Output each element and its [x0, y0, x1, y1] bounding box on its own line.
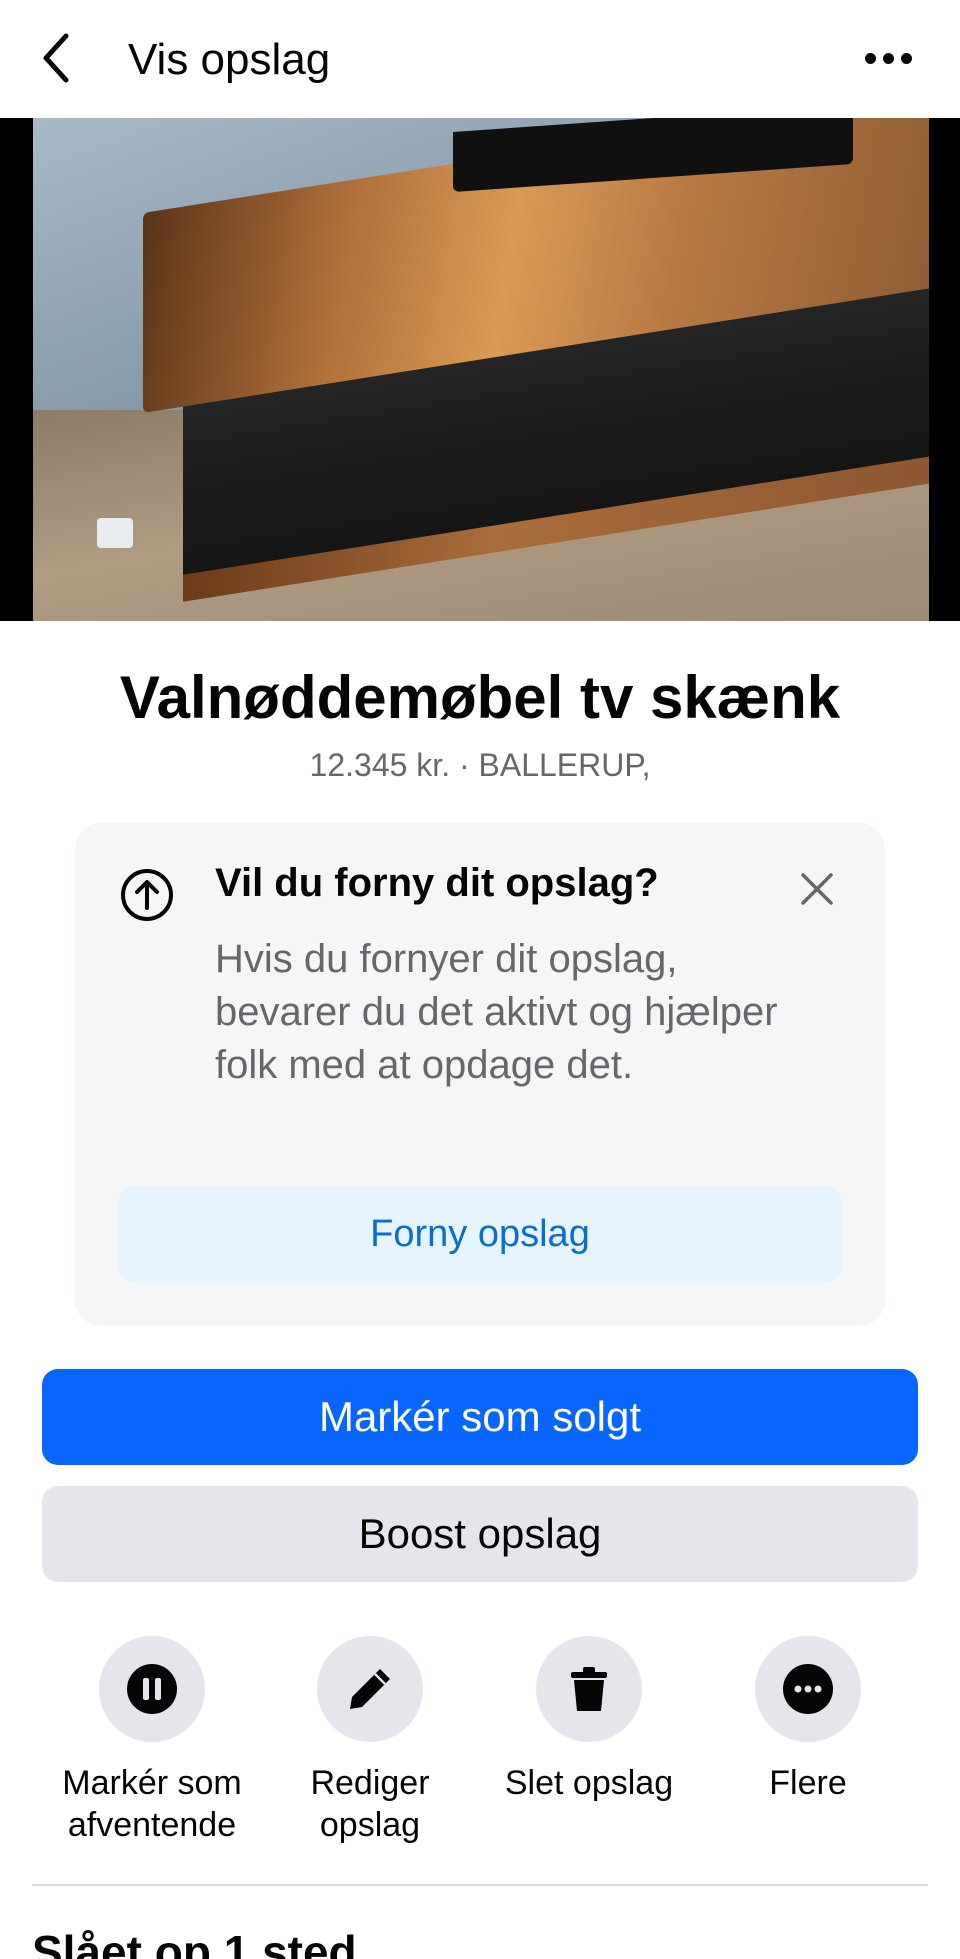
listing-photo-carousel[interactable] [0, 118, 960, 621]
edit-listing-action[interactable]: Rediger opslag [260, 1636, 480, 1846]
delete-listing-action[interactable]: Slet opslag [479, 1636, 699, 1804]
action-label: Flere [769, 1764, 847, 1802]
pencil-icon [350, 1669, 390, 1709]
mark-pending-action[interactable]: Markér som afventende [42, 1636, 262, 1846]
action-label: Slet opslag [504, 1764, 674, 1802]
trash-icon [571, 1667, 607, 1711]
back-button[interactable] [40, 26, 88, 90]
close-icon[interactable] [795, 867, 839, 911]
arrow-up-circle-icon [121, 869, 173, 921]
posted-places-heading: Slået op 1 sted [32, 1926, 357, 1959]
section-divider [32, 1884, 928, 1886]
renew-card-body: Hvis du fornyer dit opslag, bevarer du d… [215, 937, 778, 1087]
renew-listing-card: Vil du forny dit opslag? Hvis du fornyer… [75, 823, 885, 1326]
renew-listing-button[interactable]: Forny opslag [118, 1186, 842, 1282]
action-label: Rediger opslag [310, 1764, 430, 1844]
listing-photo [33, 118, 929, 621]
mark-as-sold-button[interactable]: Markér som solgt [42, 1369, 918, 1465]
top-app-bar: Vis opslag [0, 0, 960, 118]
more-options-button[interactable] [856, 38, 920, 78]
more-horizontal-icon [864, 52, 876, 64]
action-label: Markér som afventende [62, 1764, 242, 1844]
listing-actions-row: Markér som afventende Rediger opslag Sle… [0, 1636, 960, 1846]
pause-icon [127, 1664, 177, 1714]
renew-card-title: Vil du forny dit opslag? [215, 861, 659, 905]
more-circle-icon [783, 1664, 833, 1714]
page-title: Vis opslag [128, 35, 331, 84]
listing-price-location: 12.345 kr. · BALLERUP, [309, 747, 651, 783]
chevron-left-icon [43, 33, 69, 83]
listing-title: Valnøddemøbel tv skænk [119, 664, 841, 731]
boost-listing-button[interactable]: Boost opslag [42, 1486, 918, 1582]
more-actions-action[interactable]: Flere [698, 1636, 918, 1804]
